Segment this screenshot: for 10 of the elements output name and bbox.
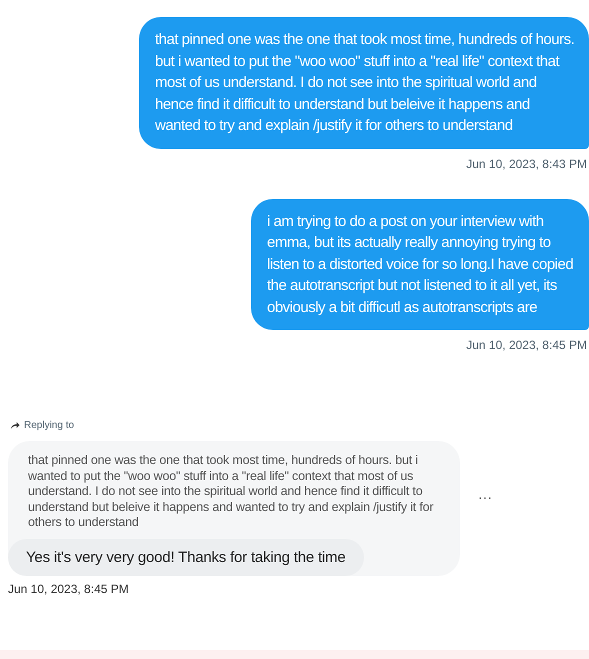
- message-bubble: Yes it's very very good! Thanks for taking the time: [8, 538, 364, 576]
- message-timestamp: Jun 10, 2023, 8:43 PM: [466, 156, 587, 170]
- message-bubble: that pinned one was the one that took most time, hundreds of hours. but i wanted to put the "woo woo" stuff into a "real life" context that most of us understand. I do not see into the spiritual world and hence find it difficult to understand but beleive it happens and wanted to try and explain /justify it for others to understand: [139, 17, 589, 148]
- message-timestamp: Jun 10, 2023, 8:45 PM: [7, 582, 130, 596]
- message-timestamp: Jun 10, 2023, 8:45 PM: [466, 338, 587, 352]
- message-bubble: i am trying to do a post on your interview with emma, but its actually really annoying trying to listen to a distorted voice for so long.I have copied the autotranscript but not listened to it all yet, its obviously a bit difficutl as autotranscripts are: [251, 198, 589, 330]
- replying-to-label: Replying to: [24, 420, 74, 431]
- more-options-button[interactable]: ···: [478, 489, 492, 505]
- quoted-message-text: that pinned one was the one that took most time, hundreds of hours. but i wanted to put the "woo woo" stuff into a "real life" context that most of us understand. I do not see into the spiritual world and hence find it difficult to understand but beleive it happens and wanted to try and explain /justify it for others to understand: [27, 452, 434, 531]
- reply-arrow-icon: [10, 421, 20, 430]
